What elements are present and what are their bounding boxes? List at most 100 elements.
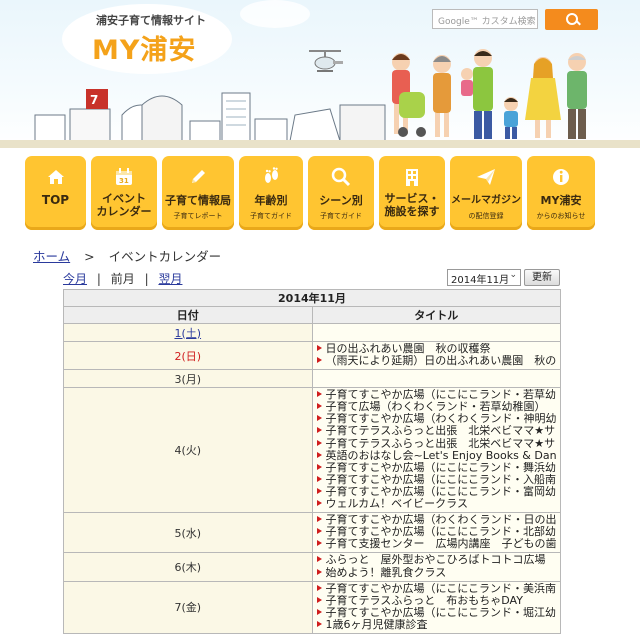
events-cell: 子育てすこやか広場（にこにこランド・美浜南幼稚園）子育てテラスふらっと 布おもち… [311,580,561,634]
event-item[interactable]: 子育てすこやか広場（にこにこランド・富岡幼稚園） [316,486,556,498]
table-row: 4(火) 子育てすこやか広場（にこにこランド・若草幼稚園）子育て広場（わくわくラン… [63,387,561,514]
prev-month-label[interactable]: 前月 [111,272,135,286]
table-row: 5(水) 子育てすこやか広場（わくわくランド・日の出幼稚園）子育てすこやか広場（に… [63,512,561,554]
nav-mail-magazine[interactable]: メールマガジン の配信登録 [450,156,522,230]
arrow-right-icon [316,345,322,351]
breadcrumb-home-link[interactable]: ホーム [33,249,70,264]
nav-label: TOP [41,193,70,207]
event-item[interactable]: 子育てすこやか広場（にこにこランド・入船南幼稚園） [316,474,556,486]
event-item[interactable]: 1歳6ヶ月児健康診査 [316,618,557,631]
date-cell: 3(月) [63,369,313,389]
event-title: 子育てすこやか広場（にこにこランド・堀江幼稚園） [325,606,557,619]
nav-event-calendar[interactable]: 31 イベント カレンダー [91,156,157,230]
chevron-down-icon: ⌄ [509,270,517,280]
month-navigation: 今月 | 前月 | 翌月 [63,270,182,287]
home-icon [47,170,64,184]
calendar-caption-row: 2014年11月 [63,289,561,307]
calendar-icon: 31 [116,168,132,185]
town-skyline-illustration: 7 [34,89,386,142]
paper-plane-icon [477,169,495,185]
next-month-link[interactable]: 翌月 [158,272,182,286]
event-title: 子育て支援センター 広場内講座 子どもの歯について [325,538,557,551]
pencil-icon [192,170,205,183]
nav-find-facilities[interactable]: サービス・ 施設を探す [379,156,445,230]
date-label[interactable]: 1(土) [174,327,201,340]
event-title: 1歳6ヶ月児健康診査 [325,618,428,631]
arrow-right-icon [316,403,322,410]
event-title: 子育てすこやか広場（にこにこランド・美浜南幼稚園） [325,582,557,595]
search-button[interactable] [545,9,598,30]
event-title: ふらっと 屋外型おやこひろばトコトコ広場 [325,554,546,567]
date-label: 6(木) [174,561,202,574]
arrow-right-icon [316,391,322,398]
date-cell: 7(金) [63,580,313,634]
nav-top[interactable]: TOP [25,156,86,230]
footprints-icon [265,167,278,183]
arrow-right-icon [316,620,322,627]
event-item[interactable]: 子育て広場（わくわくランド・若草幼稚園） [316,401,557,414]
nav-label-text: イベント カレンダー [96,192,152,218]
date-cell: 2(日) [63,340,313,371]
nav-label: イベント カレンダー [91,192,157,218]
table-row: 6(木) ふらっと 屋外型おやこひろばトコトコ広場 始めよう！離乳食クラス [63,552,561,582]
nav-parenting-news[interactable]: 子育て情報局 子育てレポート [162,156,234,230]
event-item[interactable]: 子育てすこやか広場（にこにこランド・若草幼稚園） [316,389,556,401]
event-title: 子育て広場（わくわくランド・若草幼稚園） [325,401,546,414]
table-row: 7(金) 子育てすこやか広場（にこにこランド・美浜南幼稚園）子育てテラスふらっと … [63,580,561,634]
event-title: 子育てすこやか広場（にこにこランド・舞浜幼稚園） [325,461,557,474]
nav-label: メールマガジン [451,195,521,206]
building-icon [406,169,418,186]
breadcrumb-current: イベントカレンダー [108,249,222,264]
arrow-right-icon [316,451,322,458]
arrow-right-icon [316,584,322,591]
events-cell [311,369,561,389]
event-item[interactable]: 子育てテラスふらっと出張 北栄ベビママ★サロン KU・RU・RI [316,438,556,450]
nav-label: MY浦安 [540,194,582,207]
nav-by-age[interactable]: 年齢別 子育てガイド [239,156,303,230]
logo-title: MY浦安 [92,35,197,66]
arrow-right-icon [316,540,322,547]
event-item[interactable]: 子育てテラスふらっと出張 北栄ベビママ★サロン マタニティヨガ [316,425,556,437]
event-item[interactable]: 子育て支援センター 広場内講座 子どもの歯について [316,538,557,551]
this-month-link[interactable]: 今月 [63,272,87,286]
date-cell: 5(水) [63,512,313,554]
magnifier-icon [331,167,351,187]
svg-text:31: 31 [119,177,129,185]
event-item[interactable]: ウェルカム！ベイビークラス [316,498,557,510]
event-item[interactable]: ふらっと 屋外型おやこひろばトコトコ広場 [316,554,557,567]
event-item[interactable]: 子育てすこやか広場（にこにこランド・堀江幼稚園） [316,606,557,619]
date-label: 4(火) [174,444,202,458]
arrow-right-icon [316,439,322,446]
update-button[interactable]: 更新 [524,269,560,286]
cloud-decoration [240,0,310,28]
event-item[interactable]: 子育てすこやか広場（わくわくランド・神明幼稚園） [316,413,556,425]
events-cell: 子育てすこやか広場（にこにこランド・若草幼稚園）子育て広場（わくわくランド・若草… [311,387,561,514]
event-item[interactable]: 子育てテラスふらっと 布おもちゃDAY [316,595,557,607]
event-calendar-table: 2014年11月 日付 タイトル 1(土) 2(日) 日の出ふれあい農園 秋の収穫祭… [63,289,561,634]
search-input[interactable]: Google™ カスタム検索 [432,9,538,29]
site-logo[interactable]: 浦安子育て情報サイト MY浦安 [82,6,222,66]
event-item[interactable]: 子育てすこやか広場（わくわくランド・日の出幼稚園） [316,514,556,526]
nav-sublabel: 子育てレポート [173,212,223,220]
arrow-right-icon [316,487,322,494]
event-item[interactable]: 子育てすこやか広場（にこにこランド・美浜南幼稚園） [316,582,557,595]
nav-my-urayasu-news[interactable]: MY浦安 からのお知らせ [527,156,595,230]
arrow-right-icon [316,357,322,364]
month-select[interactable]: 2014年11月 ⌄ [447,269,521,286]
date-cell: 6(木) [63,552,313,582]
month-divider: | [144,272,149,286]
event-item[interactable]: 日の出ふれあい農園 秋の収穫祭 [316,343,557,355]
event-title: 日の出ふれあい農園 秋の収穫祭 [325,343,491,355]
event-item[interactable]: 子育てすこやか広場（にこにこランド・舞浜幼稚園） [316,461,557,474]
calendar-header-row: 日付 タイトル [63,306,561,324]
nav-label: シーン別 [319,194,363,207]
arrow-right-icon [316,463,322,470]
event-item[interactable]: 子育てすこやか広場（にこにこランド・北部幼稚園） [316,526,556,538]
arrow-right-icon [316,568,322,575]
date-cell: 4(火) [63,387,313,514]
event-item[interactable]: 始めよう！離乳食クラス [316,567,557,579]
event-item[interactable]: （雨天により延期）日の出ふれあい農園 秋の収穫祭 [316,355,556,367]
svg-text:7: 7 [90,93,98,107]
nav-by-scene[interactable]: シーン別 子育てガイド [308,156,374,230]
event-item[interactable]: 英語のおはなし会~Let's Enjoy Books & Dancing [316,450,556,462]
